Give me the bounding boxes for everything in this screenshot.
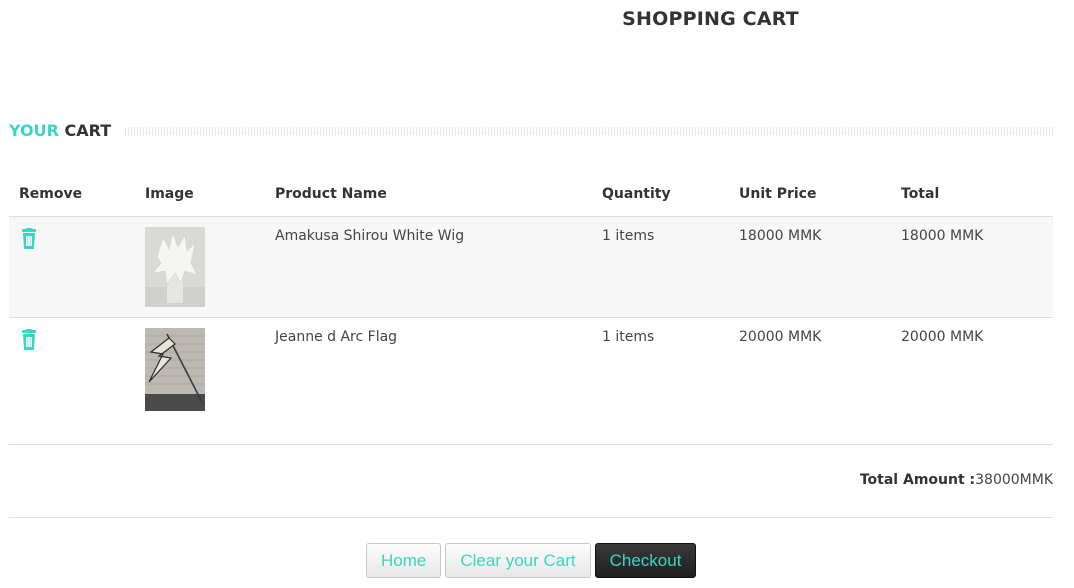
trash-icon[interactable]	[19, 228, 39, 250]
product-name: Amakusa Shirou White Wig	[265, 216, 592, 318]
section-title-rest: CART	[64, 120, 112, 140]
section-header: YOUR CART	[9, 119, 1053, 141]
product-thumbnail[interactable]	[145, 227, 265, 307]
unit-price: 18000 MMK	[729, 216, 891, 318]
remove-cell	[9, 317, 135, 445]
line-total: 18000 MMK	[891, 216, 1053, 318]
section-title-accent: YOUR	[9, 120, 59, 140]
header-quantity: Quantity	[592, 172, 729, 217]
section-divider	[125, 126, 1053, 135]
image-cell	[135, 317, 265, 445]
quantity: 1 items	[592, 317, 729, 445]
quantity: 1 items	[592, 216, 729, 318]
product-name: Jeanne d Arc Flag	[265, 317, 592, 445]
checkout-button[interactable]: Checkout	[594, 543, 697, 578]
trash-icon[interactable]	[19, 329, 39, 351]
header-product-name: Product Name	[265, 172, 592, 217]
section-title: YOUR CART	[9, 121, 125, 140]
header-image: Image	[135, 172, 265, 217]
total-amount-label: Total Amount :	[859, 472, 976, 488]
cart-actions: Home Clear your Cart Checkout	[366, 543, 697, 578]
table-row: Jeanne d Arc Flag 1 items 20000 MMK 2000…	[9, 317, 1053, 445]
image-cell	[135, 216, 265, 318]
page-title: SHOPPING CART	[622, 8, 799, 30]
table-row: Amakusa Shirou White Wig 1 items 18000 M…	[9, 216, 1053, 318]
remove-cell	[9, 216, 135, 318]
line-total: 20000 MMK	[891, 317, 1053, 445]
cart-table: Remove Image Product Name Quantity Unit …	[9, 172, 1053, 445]
unit-price: 20000 MMK	[729, 317, 891, 445]
home-button[interactable]: Home	[366, 543, 442, 578]
product-thumbnail[interactable]	[145, 328, 265, 411]
header-total: Total	[891, 172, 1053, 217]
table-header-row: Remove Image Product Name Quantity Unit …	[9, 172, 1053, 217]
clear-cart-button[interactable]: Clear your Cart	[445, 543, 591, 578]
summary-divider	[9, 517, 1053, 518]
total-amount-value: 38000MMK	[975, 472, 1053, 488]
total-amount: Total Amount :38000MMK	[860, 472, 1053, 488]
header-remove: Remove	[9, 172, 135, 217]
header-unit-price: Unit Price	[729, 172, 891, 217]
